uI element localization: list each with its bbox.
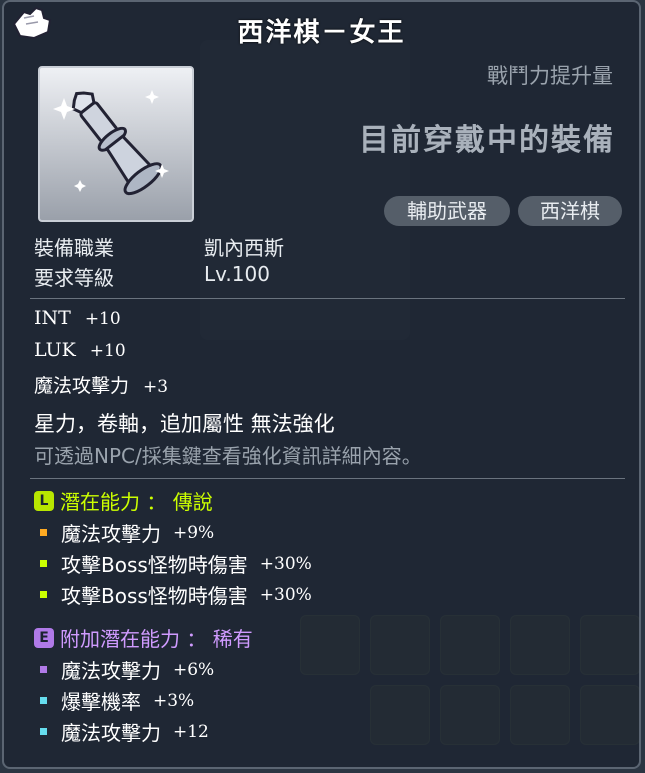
stat-row-luk: LUK +10 <box>34 339 126 361</box>
potential-header-label: 潛在能力 ： 傳說 <box>60 490 213 514</box>
potential-value: +9% <box>173 522 215 543</box>
potential-name: 攻擊Boss怪物時傷害 <box>61 553 248 577</box>
potential-value: +12 <box>173 721 209 742</box>
potential-line: 魔法攻擊力 +9% <box>40 518 214 547</box>
stat-name: LUK <box>34 339 76 361</box>
potential-name: 攻擊Boss怪物時傷害 <box>61 584 248 608</box>
potential-name: 魔法攻擊力 <box>61 721 161 745</box>
additional-potential-line: 爆擊機率 +3% <box>40 686 194 715</box>
bullet-icon <box>40 666 47 673</box>
additional-potential-header: E 附加潛在能力 ： 稀有 <box>34 623 253 652</box>
bullet-icon <box>40 560 47 567</box>
potential-name: 爆擊機率 <box>61 690 141 714</box>
potential-line: 攻擊Boss怪物時傷害 +30% <box>40 549 312 578</box>
potential-value: +30% <box>259 553 312 574</box>
required-job-row: 裝備職業 凱內西斯 <box>34 232 284 261</box>
potential-name: 魔法攻擊力 <box>61 659 161 683</box>
bullet-icon <box>40 591 47 598</box>
equipped-label: 目前穿戴中的裝備 <box>359 123 615 158</box>
divider <box>30 298 625 299</box>
stat-name: 魔法攻擊力 <box>34 375 130 397</box>
stat-value: +3 <box>143 377 169 397</box>
category-tag: 輔助武器 <box>384 196 510 226</box>
bullet-icon <box>40 529 47 536</box>
potential-value: +3% <box>153 690 195 711</box>
additional-potential-line: 魔法攻擊力 +12 <box>40 717 209 746</box>
enhance-note: 星力，卷軸，追加屬性 無法強化 <box>34 412 335 436</box>
potential-value: +30% <box>259 584 312 605</box>
required-level-value: Lv.100 <box>204 262 270 286</box>
potential-name: 魔法攻擊力 <box>61 522 161 546</box>
legendary-badge-icon: L <box>34 490 54 511</box>
potential-line: 攻擊Boss怪物時傷害 +30% <box>40 580 312 609</box>
bullet-icon <box>40 728 47 735</box>
additional-potential-line: 魔法攻擊力 +6% <box>40 655 214 684</box>
potential-value: +6% <box>173 659 215 680</box>
potential-header: L 潛在能力 ： 傳說 <box>34 486 213 515</box>
stat-value: +10 <box>89 341 126 361</box>
stat-name: INT <box>34 307 71 329</box>
chess-queen-icon <box>53 90 169 196</box>
power-increase-label: 戰鬥力提升量 <box>487 64 613 88</box>
bullet-icon <box>40 697 47 704</box>
required-level-row: 要求等級 Lv.100 <box>34 262 270 291</box>
additional-potential-header-label: 附加潛在能力 ： 稀有 <box>60 627 253 651</box>
item-icon-frame <box>38 66 194 222</box>
required-level-label: 要求等級 <box>34 266 114 290</box>
stat-value: +10 <box>84 309 121 329</box>
required-job-value: 凱內西斯 <box>204 236 284 260</box>
divider <box>30 478 625 479</box>
stat-row-int: INT +10 <box>34 307 121 329</box>
stat-row-magic-attack: 魔法攻擊力 +3 <box>34 371 168 398</box>
item-tooltip: 西洋棋－女王 戰鬥力提升量 目前穿戴中的裝備 輔助武器 西洋棋 裝備職業 凱內西… <box>2 0 641 769</box>
required-job-label: 裝備職業 <box>34 236 114 260</box>
rare-badge-icon: E <box>34 627 54 648</box>
item-title: 西洋棋－女王 <box>237 18 406 48</box>
subcategory-tag: 西洋棋 <box>518 196 622 226</box>
enhance-hint: 可透過NPC/採集鍵查看強化資訊詳細內容。 <box>34 444 422 468</box>
